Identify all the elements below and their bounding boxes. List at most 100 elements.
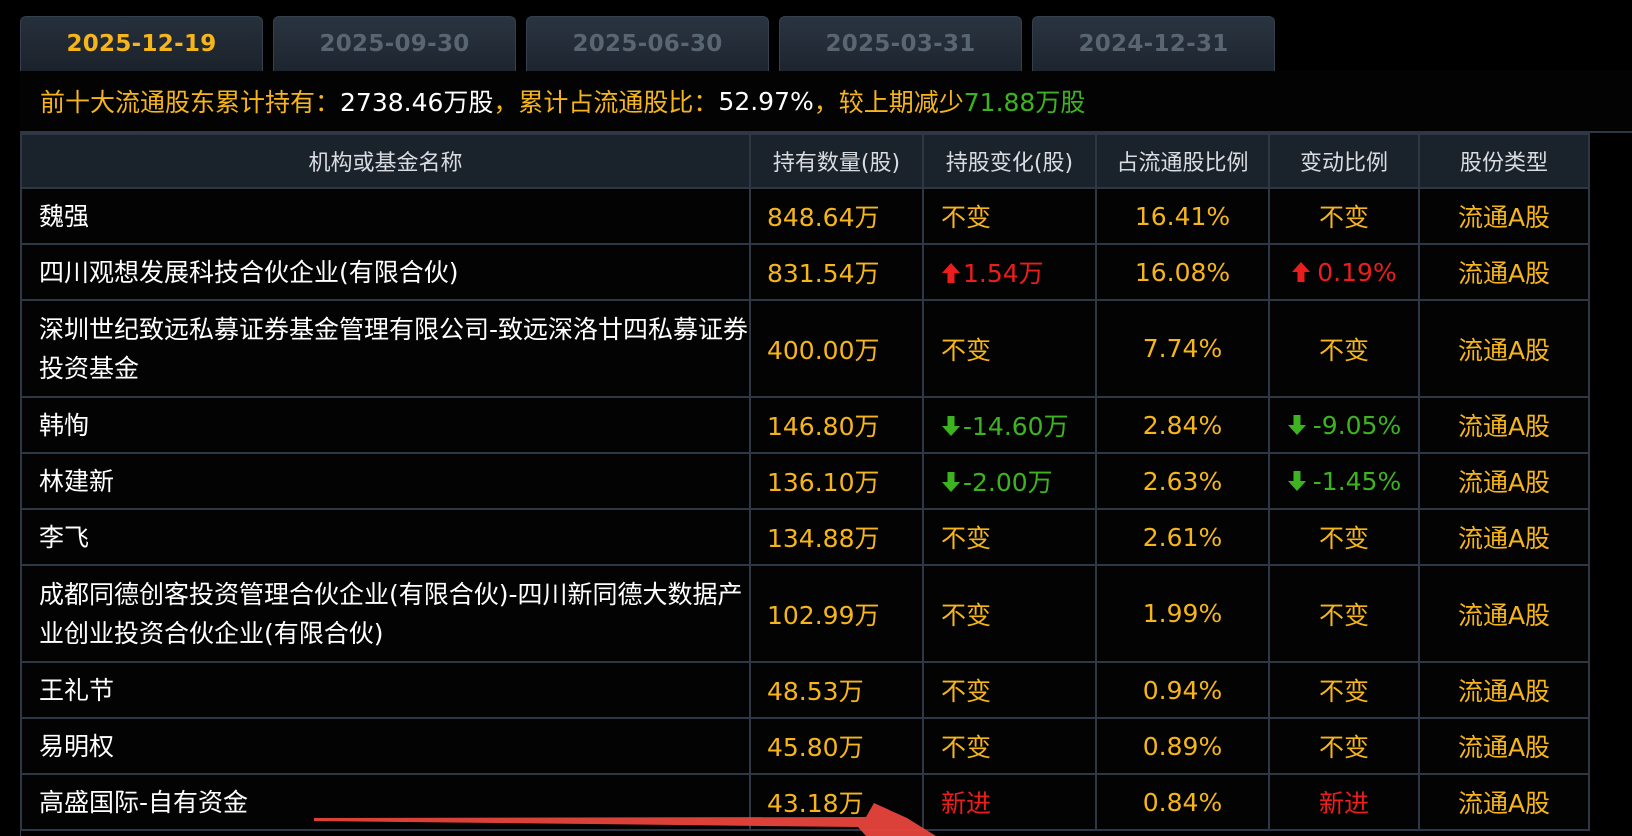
header-share-type: 股份类型 — [1418, 133, 1590, 189]
table-row[interactable]: 魏强 848.64万 不变 16.41% 不变 流通A股 — [20, 187, 1590, 245]
table-row[interactable]: 四川观想发展科技合伙企业(有限合伙) 831.54万 1.54万 16.08% 0.19… — [20, 243, 1590, 301]
change-cell: 不变 — [922, 299, 1097, 398]
header-holder-name: 机构或基金名称 — [20, 133, 751, 189]
change-ratio-cell: 不变 — [1268, 717, 1420, 775]
change-cell: 不变 — [922, 661, 1097, 719]
header-quantity: 持有数量(股) — [749, 133, 924, 189]
tab-date-2[interactable]: 2025-06-30 — [526, 16, 769, 71]
change-value: 不变 — [941, 733, 992, 762]
share-type-cell: 流通A股 — [1418, 773, 1590, 831]
arrow-down-icon — [1287, 414, 1306, 435]
holder-name-cell: 林建新 — [20, 452, 751, 510]
change-value: 不变 — [941, 524, 992, 553]
change-cell: -14.60万 — [922, 396, 1097, 454]
table-row[interactable]: 王礼节 48.53万 不变 0.94% 不变 流通A股 — [20, 661, 1590, 719]
float-ratio-cell: 2.84% — [1095, 396, 1270, 454]
table-row[interactable]: 李飞 134.88万 不变 2.61% 不变 流通A股 — [20, 508, 1590, 566]
table-row[interactable]: 易明权 45.80万 不变 0.89% 不变 流通A股 — [20, 717, 1590, 775]
quantity-cell: 400.00万 — [749, 299, 924, 398]
tab-date-3[interactable]: 2025-03-31 — [779, 16, 1022, 71]
change-ratio-value: 不变 — [1318, 600, 1369, 630]
arrow-down-icon — [942, 416, 960, 436]
holder-name-cell: 四川观想发展科技合伙企业(有限合伙) — [20, 243, 751, 301]
change-ratio-value: -9.05% — [1312, 410, 1402, 440]
tab-date-0[interactable]: 2025-12-19 — [20, 16, 263, 71]
tab-date-1[interactable]: 2025-09-30 — [273, 16, 516, 71]
summary-total-shares: 2738.46万股 — [340, 88, 494, 117]
change-cell: 新进 — [922, 773, 1097, 831]
summary-label-ratio: ，累计占流通股比： — [493, 88, 719, 117]
change-ratio-value: 不变 — [1318, 733, 1369, 762]
change-ratio-cell: -9.05% — [1268, 396, 1420, 454]
change-value: 不变 — [941, 677, 992, 706]
quantity-cell: 48.53万 — [749, 661, 924, 719]
float-ratio-cell: 0.94% — [1095, 661, 1270, 719]
change-value: 不变 — [941, 203, 992, 232]
arrow-down-icon — [1287, 470, 1306, 491]
holder-name-cell: 高盛国际-自有资金 — [20, 773, 751, 831]
arrow-up-icon — [942, 263, 960, 283]
holder-name-cell: 王礼节 — [20, 661, 751, 719]
holdings-summary: 前十大流通股东累计持有： 2738.46万股 ，累计占流通股比： 52.97% … — [20, 71, 1632, 133]
quantity-cell: 136.10万 — [749, 452, 924, 510]
change-ratio-cell: 新进 — [1268, 773, 1420, 831]
quantity-cell: 831.54万 — [749, 243, 924, 301]
tab-date-4[interactable]: 2024-12-31 — [1032, 16, 1275, 71]
change-value: 1.54万 — [963, 259, 1044, 288]
float-ratio-cell: 2.61% — [1095, 508, 1270, 566]
change-cell: 不变 — [922, 508, 1097, 566]
change-ratio-cell: 0.19% — [1268, 243, 1420, 301]
float-ratio-cell: 16.08% — [1095, 243, 1270, 301]
change-ratio-cell: 不变 — [1268, 508, 1420, 566]
share-type-cell: 流通A股 — [1418, 717, 1590, 775]
holder-name-cell: 韩恂 — [20, 396, 751, 454]
table-row[interactable]: 深圳世纪致远私募证券基金管理有限公司-致远深洛廿四私募证券投资基金 400.00万… — [20, 299, 1590, 398]
float-ratio-cell: 0.89% — [1095, 717, 1270, 775]
header-change-ratio: 变动比例 — [1268, 133, 1420, 189]
share-type-cell: 流通A股 — [1418, 508, 1590, 566]
share-type-cell: 流通A股 — [1418, 187, 1590, 245]
shareholders-table: 机构或基金名称 持有数量(股) 持股变化(股) 占流通股比例 变动比例 股份类型… — [20, 133, 1590, 831]
arrow-down-icon — [942, 472, 960, 492]
share-type-cell: 流通A股 — [1418, 299, 1590, 398]
holder-name-cell: 成都同德创客投资管理合伙企业(有限合伙)-四川新同德大数据产业创业投资合伙企业(… — [20, 564, 751, 663]
float-ratio-cell: 0.84% — [1095, 773, 1270, 831]
table-row[interactable]: 林建新 136.10万 -2.00万 2.63% -1.45% 流通A股 — [20, 452, 1590, 510]
holder-name-cell: 魏强 — [20, 187, 751, 245]
quantity-cell: 848.64万 — [749, 187, 924, 245]
change-ratio-value: 新进 — [1318, 789, 1369, 818]
change-value: 不变 — [941, 335, 992, 365]
change-ratio-cell: 不变 — [1268, 187, 1420, 245]
table-header-row: 机构或基金名称 持有数量(股) 持股变化(股) 占流通股比例 变动比例 股份类型 — [20, 133, 1590, 189]
summary-label-total: 前十大流通股东累计持有： — [40, 88, 341, 117]
table-row[interactable]: 韩恂 146.80万 -14.60万 2.84% -9.05% 流通A股 — [20, 396, 1590, 454]
float-ratio-cell: 7.74% — [1095, 299, 1270, 398]
summary-ratio-value: 52.97% — [718, 86, 814, 116]
share-type-cell: 流通A股 — [1418, 564, 1590, 663]
change-ratio-cell: 不变 — [1268, 564, 1420, 663]
float-ratio-cell: 16.41% — [1095, 187, 1270, 245]
change-cell: 不变 — [922, 717, 1097, 775]
share-type-cell: 流通A股 — [1418, 243, 1590, 301]
change-cell: 不变 — [922, 564, 1097, 663]
share-type-cell: 流通A股 — [1418, 396, 1590, 454]
change-ratio-value: 不变 — [1318, 335, 1369, 365]
change-ratio-cell: 不变 — [1268, 299, 1420, 398]
quantity-cell: 134.88万 — [749, 508, 924, 566]
change-ratio-value: -1.45% — [1312, 466, 1402, 496]
holder-name-cell: 深圳世纪致远私募证券基金管理有限公司-致远深洛廿四私募证券投资基金 — [20, 299, 751, 398]
change-cell: 不变 — [922, 187, 1097, 245]
header-float-ratio: 占流通股比例 — [1095, 133, 1270, 189]
change-value: 新进 — [941, 789, 992, 818]
table-body: 魏强 848.64万 不变 16.41% 不变 流通A股 四川观想发展科技合伙企业(有限合伙… — [20, 187, 1590, 831]
change-ratio-value: 0.19% — [1317, 257, 1397, 287]
quantity-cell: 146.80万 — [749, 396, 924, 454]
share-type-cell: 流通A股 — [1418, 452, 1590, 510]
holder-name-cell: 李飞 — [20, 508, 751, 566]
change-ratio-value: 不变 — [1318, 677, 1369, 706]
quantity-cell: 102.99万 — [749, 564, 924, 663]
change-ratio-cell: -1.45% — [1268, 452, 1420, 510]
table-row[interactable]: 高盛国际-自有资金 43.18万 新进 0.84% 新进 流通A股 — [20, 773, 1590, 831]
table-row[interactable]: 成都同德创客投资管理合伙企业(有限合伙)-四川新同德大数据产业创业投资合伙企业(… — [20, 564, 1590, 663]
change-ratio-value: 不变 — [1318, 203, 1369, 232]
